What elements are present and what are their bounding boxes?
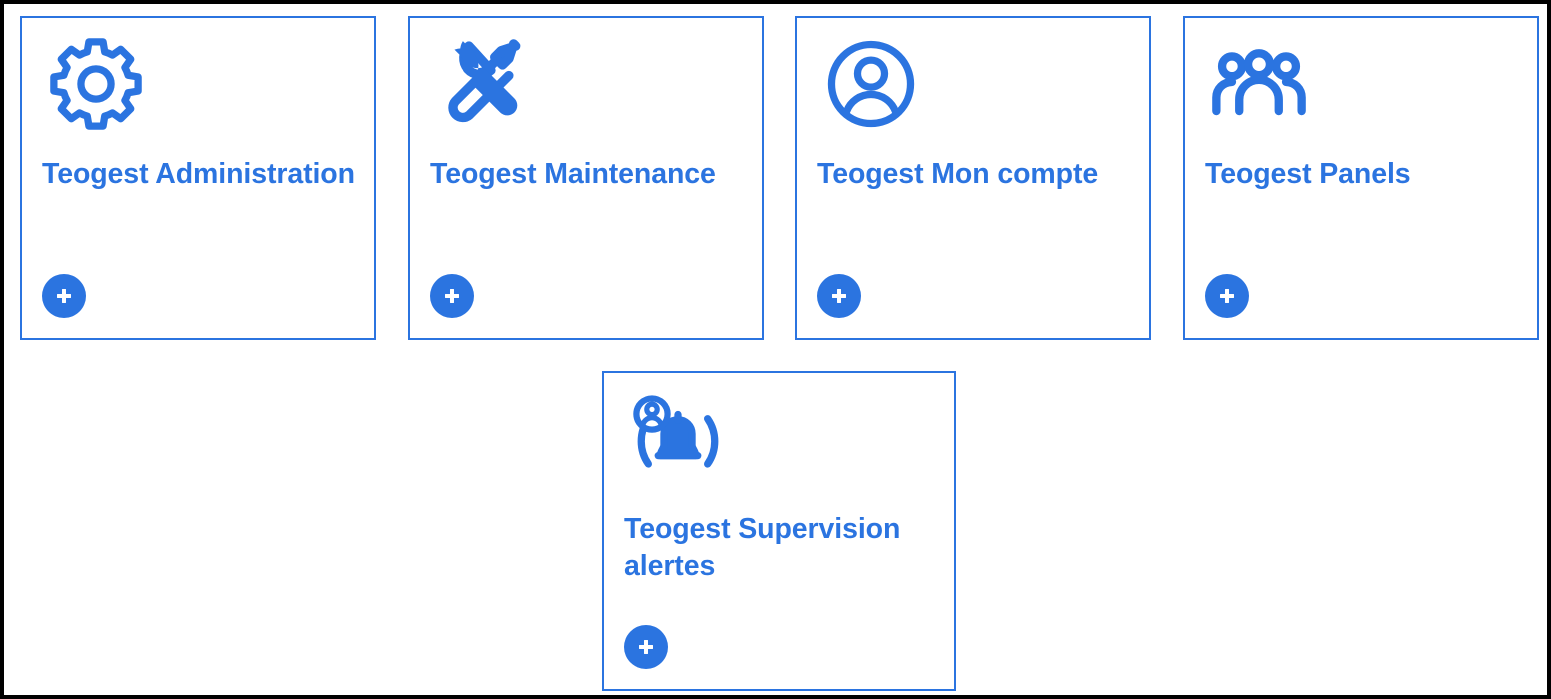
app-tile-grid: Teogest Administration Teogest Maintenan… — [4, 4, 1547, 695]
add-tile-button[interactable] — [817, 274, 861, 318]
app-tile-teogest-supervision-alertes[interactable]: Teogest Supervision alertes — [602, 371, 956, 691]
plus-icon — [1218, 287, 1236, 305]
people-group-icon — [1207, 32, 1311, 136]
plus-icon — [55, 287, 73, 305]
app-tile-title: Teogest Maintenance — [430, 158, 716, 190]
app-tile-title: Teogest Panels — [1205, 158, 1411, 190]
app-tile-teogest-maintenance[interactable]: Teogest Maintenance — [408, 16, 764, 340]
app-tile-teogest-administration[interactable]: Teogest Administration — [20, 16, 376, 340]
app-tile-teogest-panels[interactable]: Teogest Panels — [1183, 16, 1539, 340]
app-tile-title: Teogest Supervision alertes — [624, 513, 901, 583]
alert-bell-person-icon — [626, 387, 730, 491]
app-tile-title: Teogest Administration — [42, 158, 355, 190]
tools-icon — [432, 32, 536, 136]
gear-icon — [44, 32, 148, 136]
add-tile-button[interactable] — [624, 625, 668, 669]
add-tile-button[interactable] — [430, 274, 474, 318]
plus-icon — [830, 287, 848, 305]
user-account-icon — [819, 32, 923, 136]
add-tile-button[interactable] — [42, 274, 86, 318]
page-root: Teogest Administration Teogest Maintenan… — [0, 0, 1551, 699]
app-tile-teogest-mon-compte[interactable]: Teogest Mon compte — [795, 16, 1151, 340]
plus-icon — [443, 287, 461, 305]
plus-icon — [637, 638, 655, 656]
app-tile-title: Teogest Mon compte — [817, 158, 1099, 190]
add-tile-button[interactable] — [1205, 274, 1249, 318]
